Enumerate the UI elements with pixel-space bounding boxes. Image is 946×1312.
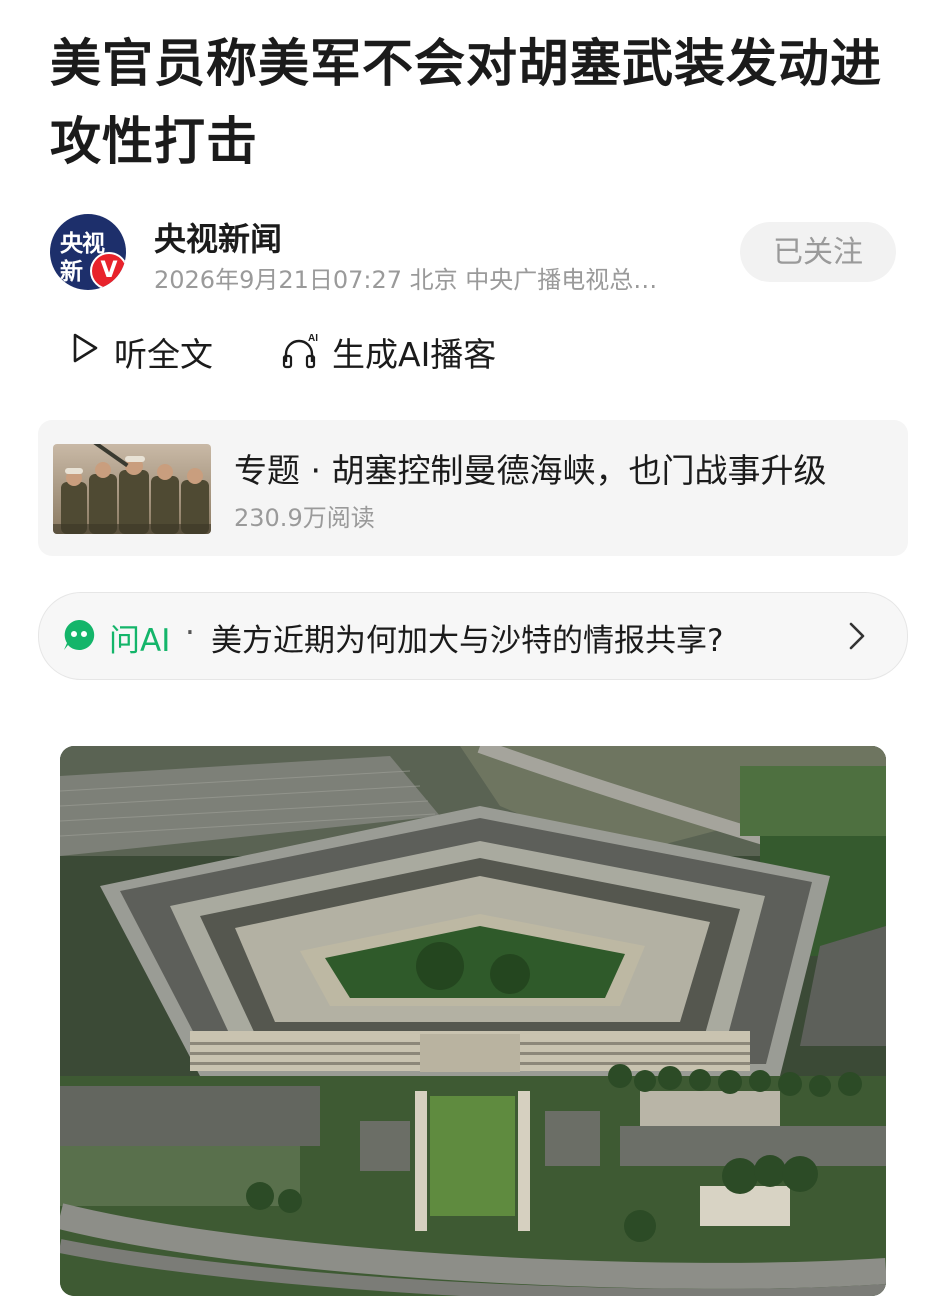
topic-thumbnail	[53, 444, 211, 534]
author-name[interactable]: 央视新闻	[154, 214, 282, 260]
ai-chat-icon	[64, 619, 95, 650]
ask-ai-card[interactable]: 问AI · 美方近期为何加大与沙特的情报共享?	[38, 592, 908, 680]
ask-ai-question: 美方近期为何加大与沙特的情报共享?	[211, 623, 724, 659]
ask-ai-label: 问AI	[109, 623, 171, 659]
avatar-text-bottom: 新	[60, 259, 83, 285]
chevron-right-icon	[849, 622, 865, 650]
article-actions: 听全文 AI 生成AI播客	[70, 324, 770, 374]
topic-title: 专题 · 胡塞控制曼德海峡，也门战事升级	[234, 451, 827, 490]
author-meta: 2026年9月21日07:27 北京 中央广播电视总…	[154, 266, 658, 294]
author-row: 央视 新 V 央视新闻 2026年9月21日07:27 北京 中央广播电视总… …	[50, 214, 900, 294]
topic-card[interactable]: 专题 · 胡塞控制曼德海峡，也门战事升级 230.9万阅读	[38, 420, 908, 556]
verified-badge-icon: V	[90, 252, 126, 290]
headphones-ai-icon: AI	[282, 333, 318, 369]
play-outline-icon	[73, 333, 98, 363]
ask-ai-separator: ·	[185, 615, 195, 651]
topic-read-count: 230.9万阅读	[234, 504, 375, 532]
article-title: 美官员称美军不会对胡塞武装发动进攻性打击	[50, 35, 883, 172]
svg-text:AI: AI	[308, 333, 318, 344]
podcast-label: 生成AI播客	[332, 335, 497, 374]
listen-label: 听全文	[114, 335, 213, 374]
follow-button[interactable]: 已关注	[740, 222, 896, 282]
author-avatar[interactable]: 央视 新 V	[50, 214, 126, 290]
article-photo[interactable]	[60, 746, 886, 1296]
